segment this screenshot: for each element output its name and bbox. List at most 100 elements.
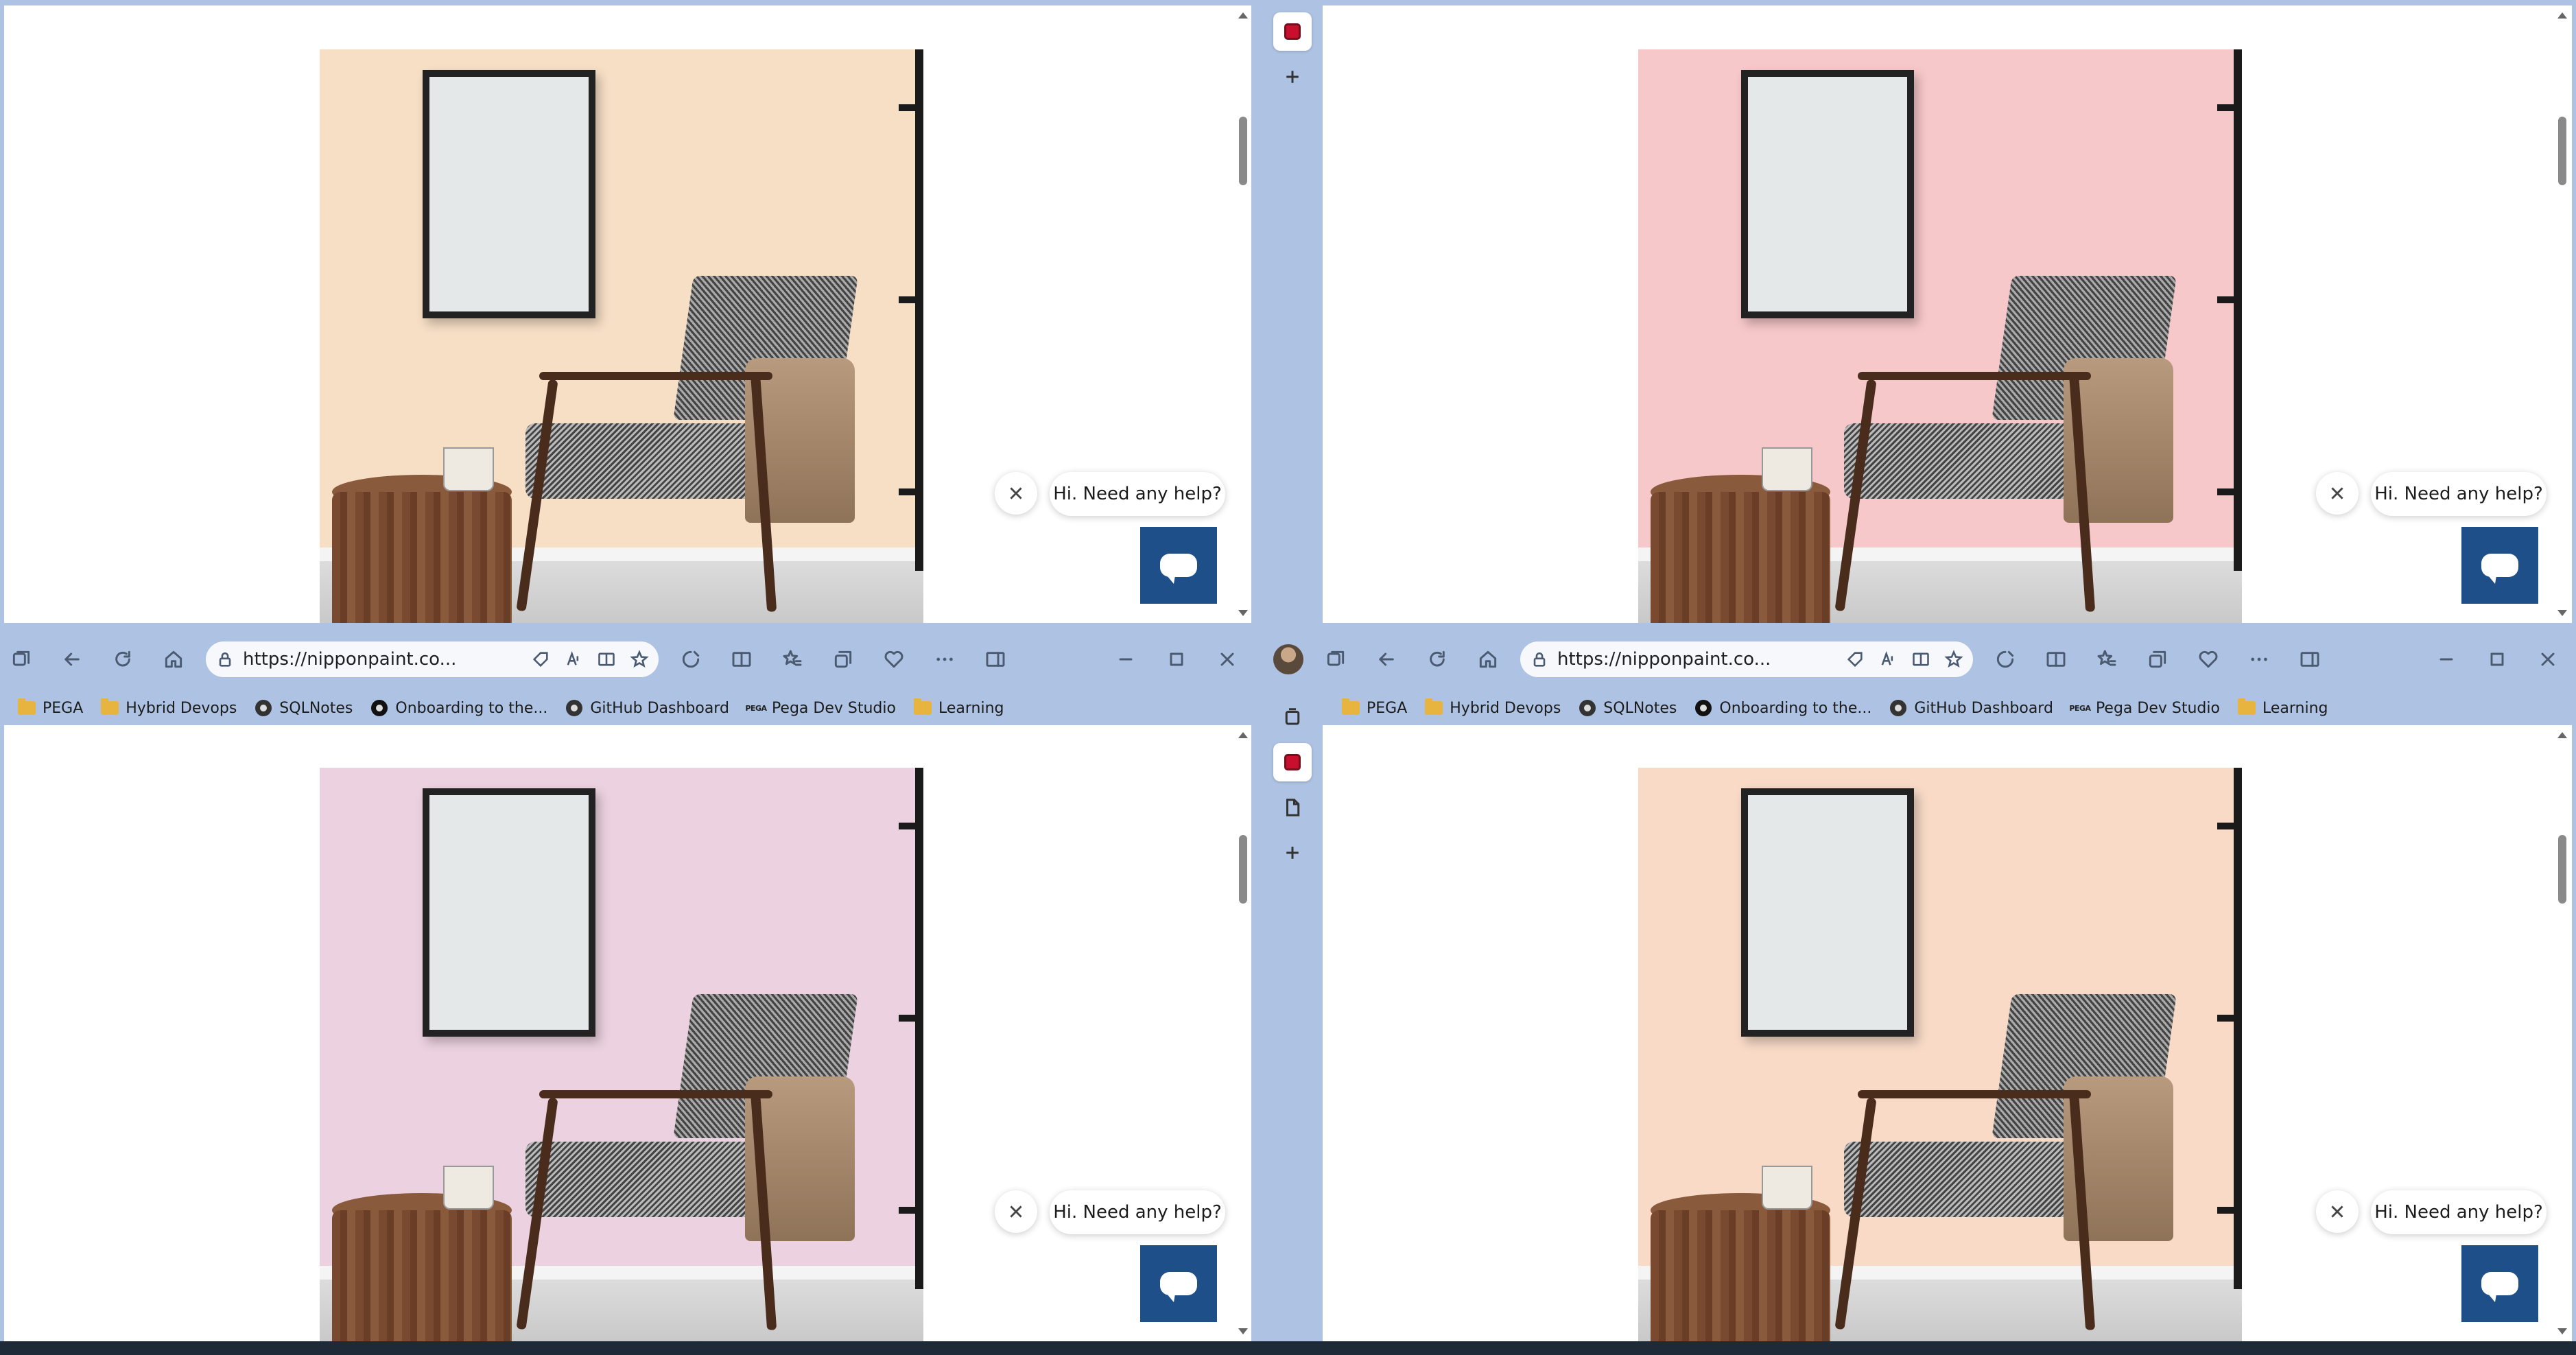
extensions-button[interactable] [675,644,707,675]
home-icon [1479,650,1497,668]
maximize-button[interactable] [1161,644,1192,675]
browser-toolbar: https://nipponpaint.co... [1261,628,2576,691]
chat-greeting-bubble[interactable]: Hi. Need any help? [2371,472,2547,516]
split-screen-icon [732,652,751,667]
chat-close-button[interactable] [995,1190,1037,1233]
face-artwork [423,70,595,318]
more-button[interactable] [2243,644,2275,675]
extensions-icon [1996,650,2014,668]
refresh-button[interactable] [1421,644,1453,675]
close-icon [2541,652,2555,666]
face-artwork [1741,70,1914,318]
favorite-star-icon [1944,650,1963,668]
back-arrow-icon [1379,652,1394,666]
sidebar-icon [986,652,1005,667]
sidebar-add-button[interactable] [1273,834,1312,872]
folder-icon [101,698,119,715]
favorite-item-learning[interactable]: Learning [913,698,1004,717]
split-screen-button[interactable] [726,644,757,675]
favorite-item-hybrid-devops[interactable]: Hybrid Devops [101,698,237,717]
chat-launcher-button[interactable] [1140,1245,1217,1322]
collections-button[interactable] [2142,644,2173,675]
split-screen-icon [2046,652,2066,667]
face-artwork [423,788,595,1037]
sidebar-toggle-button[interactable] [2294,644,2326,675]
chat-launcher-button[interactable] [2461,1245,2538,1322]
back-button[interactable] [1371,644,1402,675]
room-image [320,768,923,1341]
chat-close-button[interactable] [995,472,1037,515]
favorite-item-pega-dev-studio[interactable]: PEGA Pega Dev Studio [2069,699,2220,717]
home-button[interactable] [1472,644,1504,675]
extensions-icon [682,650,700,668]
favorite-item-learning[interactable]: Learning [2237,698,2328,717]
favorites-bar: PEGA Hybrid Devops SQLNotes Onboarding t… [1324,691,2576,725]
vertical-scrollbar[interactable] [1233,725,1251,1341]
favorite-item-onboarding[interactable]: Onboarding to the... [370,699,547,717]
back-button[interactable] [56,644,88,675]
vertical-scrollbar[interactable] [1233,5,1251,623]
sidebar-add-button[interactable] [1273,58,1312,96]
folder-icon [1425,698,1443,715]
page-content: Hi. Need any help? [1323,725,2572,1341]
favorites-bar: PEGA Hybrid Devops SQLNotes Onboarding t… [0,691,1255,725]
favorite-item-sqlnotes[interactable]: SQLNotes [1579,699,1677,717]
address-bar[interactable]: https://nipponpaint.co... [1520,641,1973,677]
immersive-reader-icon [1913,652,1929,666]
chat-close-button[interactable] [2316,472,2359,515]
more-dots-icon [936,657,953,661]
close-window-button[interactable] [1212,644,1243,675]
workspaces-button[interactable] [5,644,37,675]
os-taskbar [0,1341,2576,1355]
split-screen-button[interactable] [2040,644,2072,675]
maximize-button[interactable] [2481,644,2513,675]
profile-avatar[interactable] [1273,644,1303,674]
sidebar-tabs-button[interactable] [1273,698,1312,736]
chat-greeting-bubble[interactable]: Hi. Need any help? [1050,1190,1225,1234]
page-content: Hi. Need any help? [1323,5,2572,623]
minimize-button[interactable] [2431,644,2462,675]
chat-launcher-button[interactable] [1140,527,1217,604]
chat-bubble-icon [1160,1272,1197,1302]
favorite-item-pega-dev-studio[interactable]: PEGA Pega Dev Studio [745,699,896,717]
favorite-item-onboarding[interactable]: Onboarding to the... [1694,699,1871,717]
home-button[interactable] [158,644,189,675]
collections-button[interactable] [827,644,859,675]
refresh-button[interactable] [107,644,139,675]
sidebar-toggle-button[interactable] [980,644,1011,675]
extensions-button[interactable] [1989,644,2021,675]
tag-icon [1847,652,1863,668]
favorite-item-hybrid-devops[interactable]: Hybrid Devops [1425,698,1561,717]
browser-essentials-button[interactable] [2193,644,2224,675]
refresh-icon [1430,650,1445,667]
chat-greeting-bubble[interactable]: Hi. Need any help? [1050,472,1225,516]
sidebar-app-button[interactable] [1273,12,1312,51]
favorite-item-sqlnotes[interactable]: SQLNotes [255,699,353,717]
favorites-list-icon [2097,650,2116,666]
room-image [1638,49,2242,623]
sidebar-page-button[interactable] [1273,788,1312,827]
favorite-item-pega[interactable]: PEGA [1342,698,1407,717]
browser-window-top-right: Hi. Need any help? [1261,0,2576,628]
minimize-button[interactable] [1110,644,1142,675]
vertical-scrollbar[interactable] [2553,5,2571,623]
favorite-item-pega[interactable]: PEGA [18,698,83,717]
chat-greeting-text: Hi. Need any help? [2374,1202,2543,1223]
sidebar-app-button[interactable] [1273,743,1312,781]
folder-icon [913,698,932,715]
favorites-button[interactable] [2091,644,2123,675]
address-bar[interactable]: https://nipponpaint.co... [206,641,659,677]
favorite-item-github-dashboard[interactable]: GitHub Dashboard [565,699,729,717]
vertical-scrollbar[interactable] [2553,725,2571,1341]
chat-launcher-button[interactable] [2461,527,2538,604]
favorites-button[interactable] [777,644,808,675]
github-icon [255,700,272,716]
close-window-button[interactable] [2532,644,2564,675]
favorite-item-github-dashboard[interactable]: GitHub Dashboard [1889,699,2053,717]
workspaces-button[interactable] [1320,644,1351,675]
chat-greeting-bubble[interactable]: Hi. Need any help? [2371,1190,2547,1234]
more-button[interactable] [929,644,960,675]
browser-essentials-button[interactable] [878,644,910,675]
chat-close-button[interactable] [2316,1190,2359,1233]
read-aloud-icon [567,651,579,665]
